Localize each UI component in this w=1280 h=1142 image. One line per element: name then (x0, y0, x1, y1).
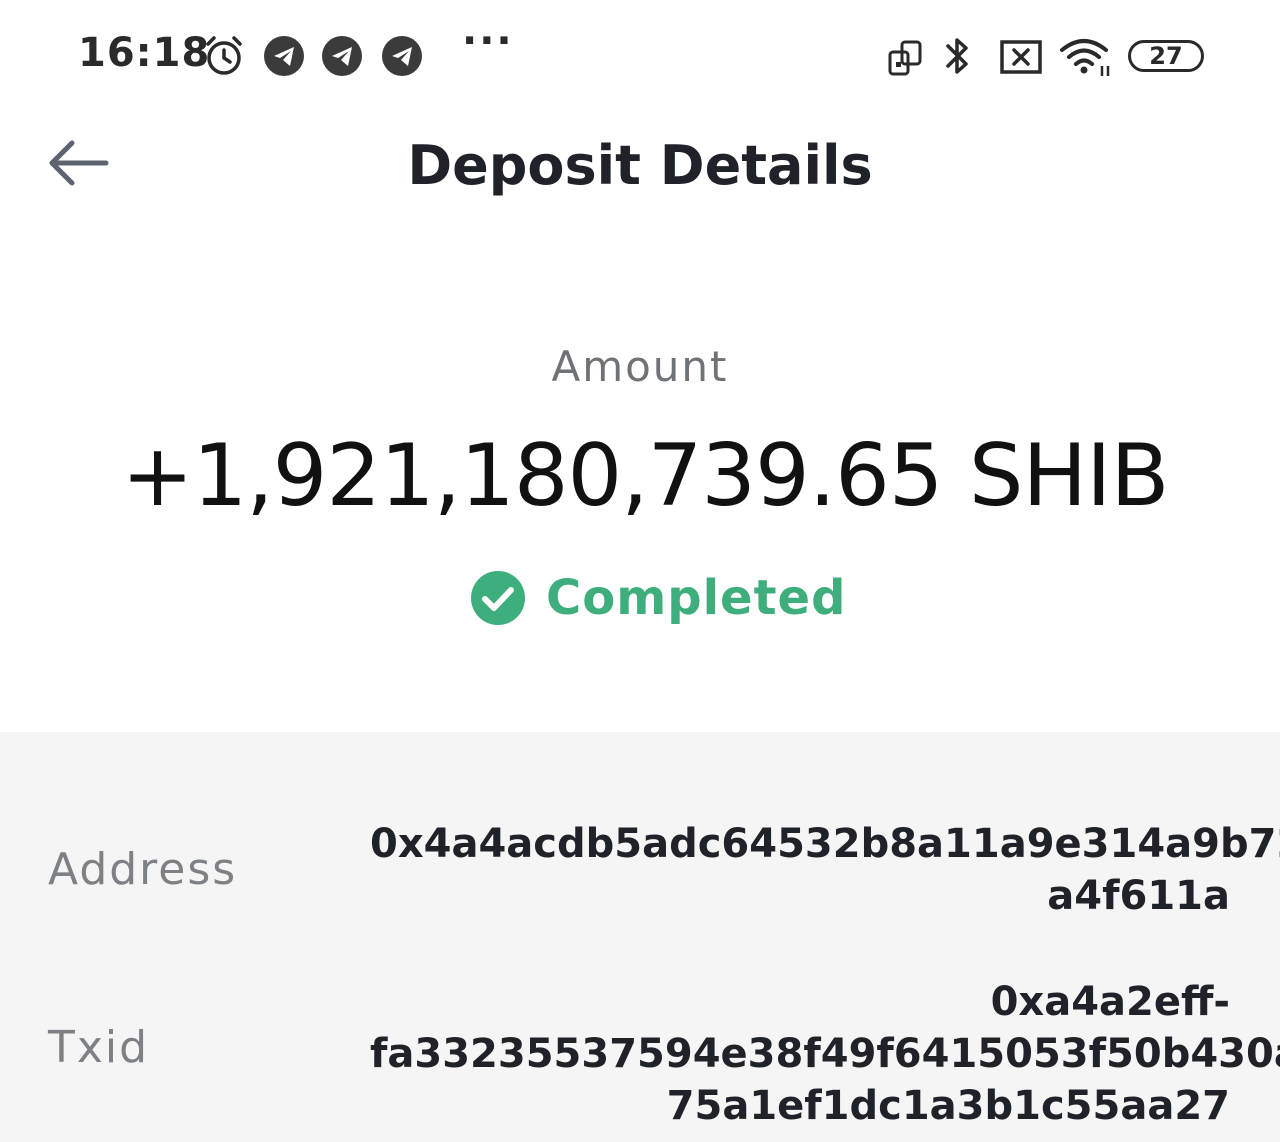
status-row: Completed (470, 568, 846, 628)
telegram-icon (264, 36, 304, 76)
details-panel: Address 0x4a4acdb5adc64532b8a11a9e314a9b… (0, 732, 1280, 1142)
address-value[interactable]: 0x4a4acdb5adc64532b8a11a9e314a9b727 a4f6… (370, 818, 1280, 922)
txid-line: 75a1ef1dc1a3b1c55aa27 (666, 1083, 1230, 1129)
battery-icon: 27 (1128, 40, 1204, 72)
address-label: Address (48, 844, 238, 895)
txid-value[interactable]: 0xa4a2eff- fa33235537594e38f49f6415053f5… (370, 976, 1280, 1132)
amount-label: Amount (551, 342, 729, 391)
address-line: a4f611a (1047, 873, 1230, 919)
more-notifications-icon: ··· (462, 18, 514, 64)
address-line: 0x4a4acdb5adc64532b8a11a9e314a9b727 (370, 821, 1280, 867)
telegram-icon (322, 36, 362, 76)
page-title: Deposit Details (407, 134, 873, 197)
status-bar: 16:18 ··· 27 (0, 0, 1280, 110)
alarm-icon (202, 34, 246, 83)
status-time: 16:18 (78, 30, 211, 76)
check-circle-icon (471, 571, 525, 625)
no-sim-icon (998, 38, 1044, 81)
txid-line: fa33235537594e38f49f6415053f50b430a1 (370, 1031, 1280, 1077)
status-text: Completed (546, 570, 847, 626)
wifi-icon (1060, 36, 1112, 83)
txid-label: Txid (48, 1022, 150, 1073)
telegram-icon (382, 36, 422, 76)
txid-line: 0xa4a2eff- (990, 979, 1230, 1025)
bluetooth-icon (940, 34, 976, 83)
amount-value: +1,921,180,739.65 SHIB (121, 426, 1170, 526)
screen-rotate-icon (886, 38, 926, 83)
